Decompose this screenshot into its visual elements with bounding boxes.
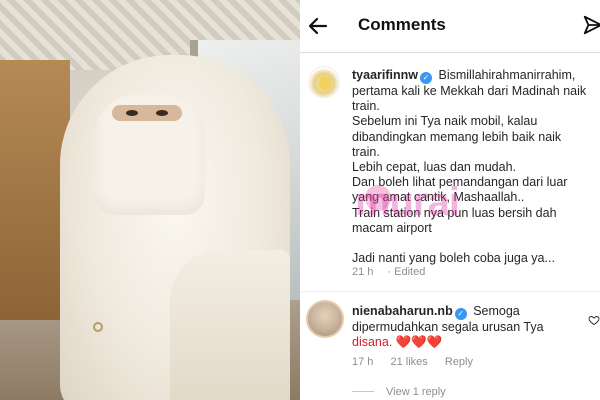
pendant [93, 322, 103, 332]
comment-line: Semoga [473, 304, 520, 318]
comment-divider [300, 291, 600, 292]
comment-line: Jadi nanti yang boleh coba juga ya... [352, 251, 555, 266]
robe-sleeve [170, 250, 290, 400]
comment-username[interactable]: nienabaharun.nb [352, 304, 453, 318]
verified-badge-icon: ✓ [420, 72, 432, 84]
comment-line: pertama kali ke Mekkah dari Madinah naik [352, 84, 587, 98]
comment-meta: 21 h · Edited [352, 266, 426, 278]
comment-line: macam airport [352, 220, 432, 235]
view-replies-link[interactable]: View 1 reply [352, 386, 446, 398]
avatar[interactable] [308, 66, 340, 98]
comment-line: disana. ❤️❤️❤️ [352, 335, 443, 350]
comment-line: Sebelum ini Tya naik mobil, kalau [352, 114, 538, 129]
avatar[interactable] [306, 300, 344, 338]
reply-button[interactable]: Reply [445, 356, 473, 368]
comment-line: dibandingkan memang lebih baik naik [352, 129, 562, 144]
comment-time: 21 h [352, 266, 374, 278]
comment-line: train. [352, 99, 380, 114]
view-replies-label: View 1 reply [386, 386, 446, 398]
comments-panel: Comments tyaarifinnw ✓ Bismillahirahmanir… [300, 0, 600, 400]
comment-username[interactable]: tyaarifinnw [352, 68, 418, 82]
top-bar: Comments [300, 0, 600, 52]
comment-body: nienabaharun.nb ✓ Semoga dipermudahkan se… [352, 304, 588, 350]
likes-count[interactable]: 21 likes [390, 356, 427, 368]
send-icon[interactable] [582, 14, 600, 36]
comment-gap [352, 236, 588, 251]
header-divider [300, 52, 600, 53]
post-photo [0, 0, 300, 400]
page-title: Comments [358, 15, 446, 34]
back-arrow-icon[interactable] [306, 14, 330, 38]
comment-time: 17 h [352, 356, 374, 368]
reply-dash [352, 391, 374, 392]
comment-body: tyaarifinnw ✓ Bismillahirahmanirrahim, pe… [352, 68, 588, 266]
comment-line: dipermudahkan segala urusan Tya [352, 320, 544, 334]
comment-meta: 17 h 21 likes Reply [352, 356, 487, 368]
eyes-area [112, 105, 182, 121]
comment-line: train. [352, 144, 380, 159]
comment-line: Bismillahirahmanirrahim, [438, 68, 576, 82]
comment-line: Lebih cepat, luas dan mudah. [352, 160, 517, 175]
watermark-logo-icon [365, 185, 391, 211]
comment-line: Train station nya pun luas bersih dah [352, 205, 557, 220]
heart-outline-icon[interactable] [588, 314, 600, 326]
edited-label: Edited [394, 266, 426, 278]
verified-badge-icon: ✓ [454, 308, 467, 320]
